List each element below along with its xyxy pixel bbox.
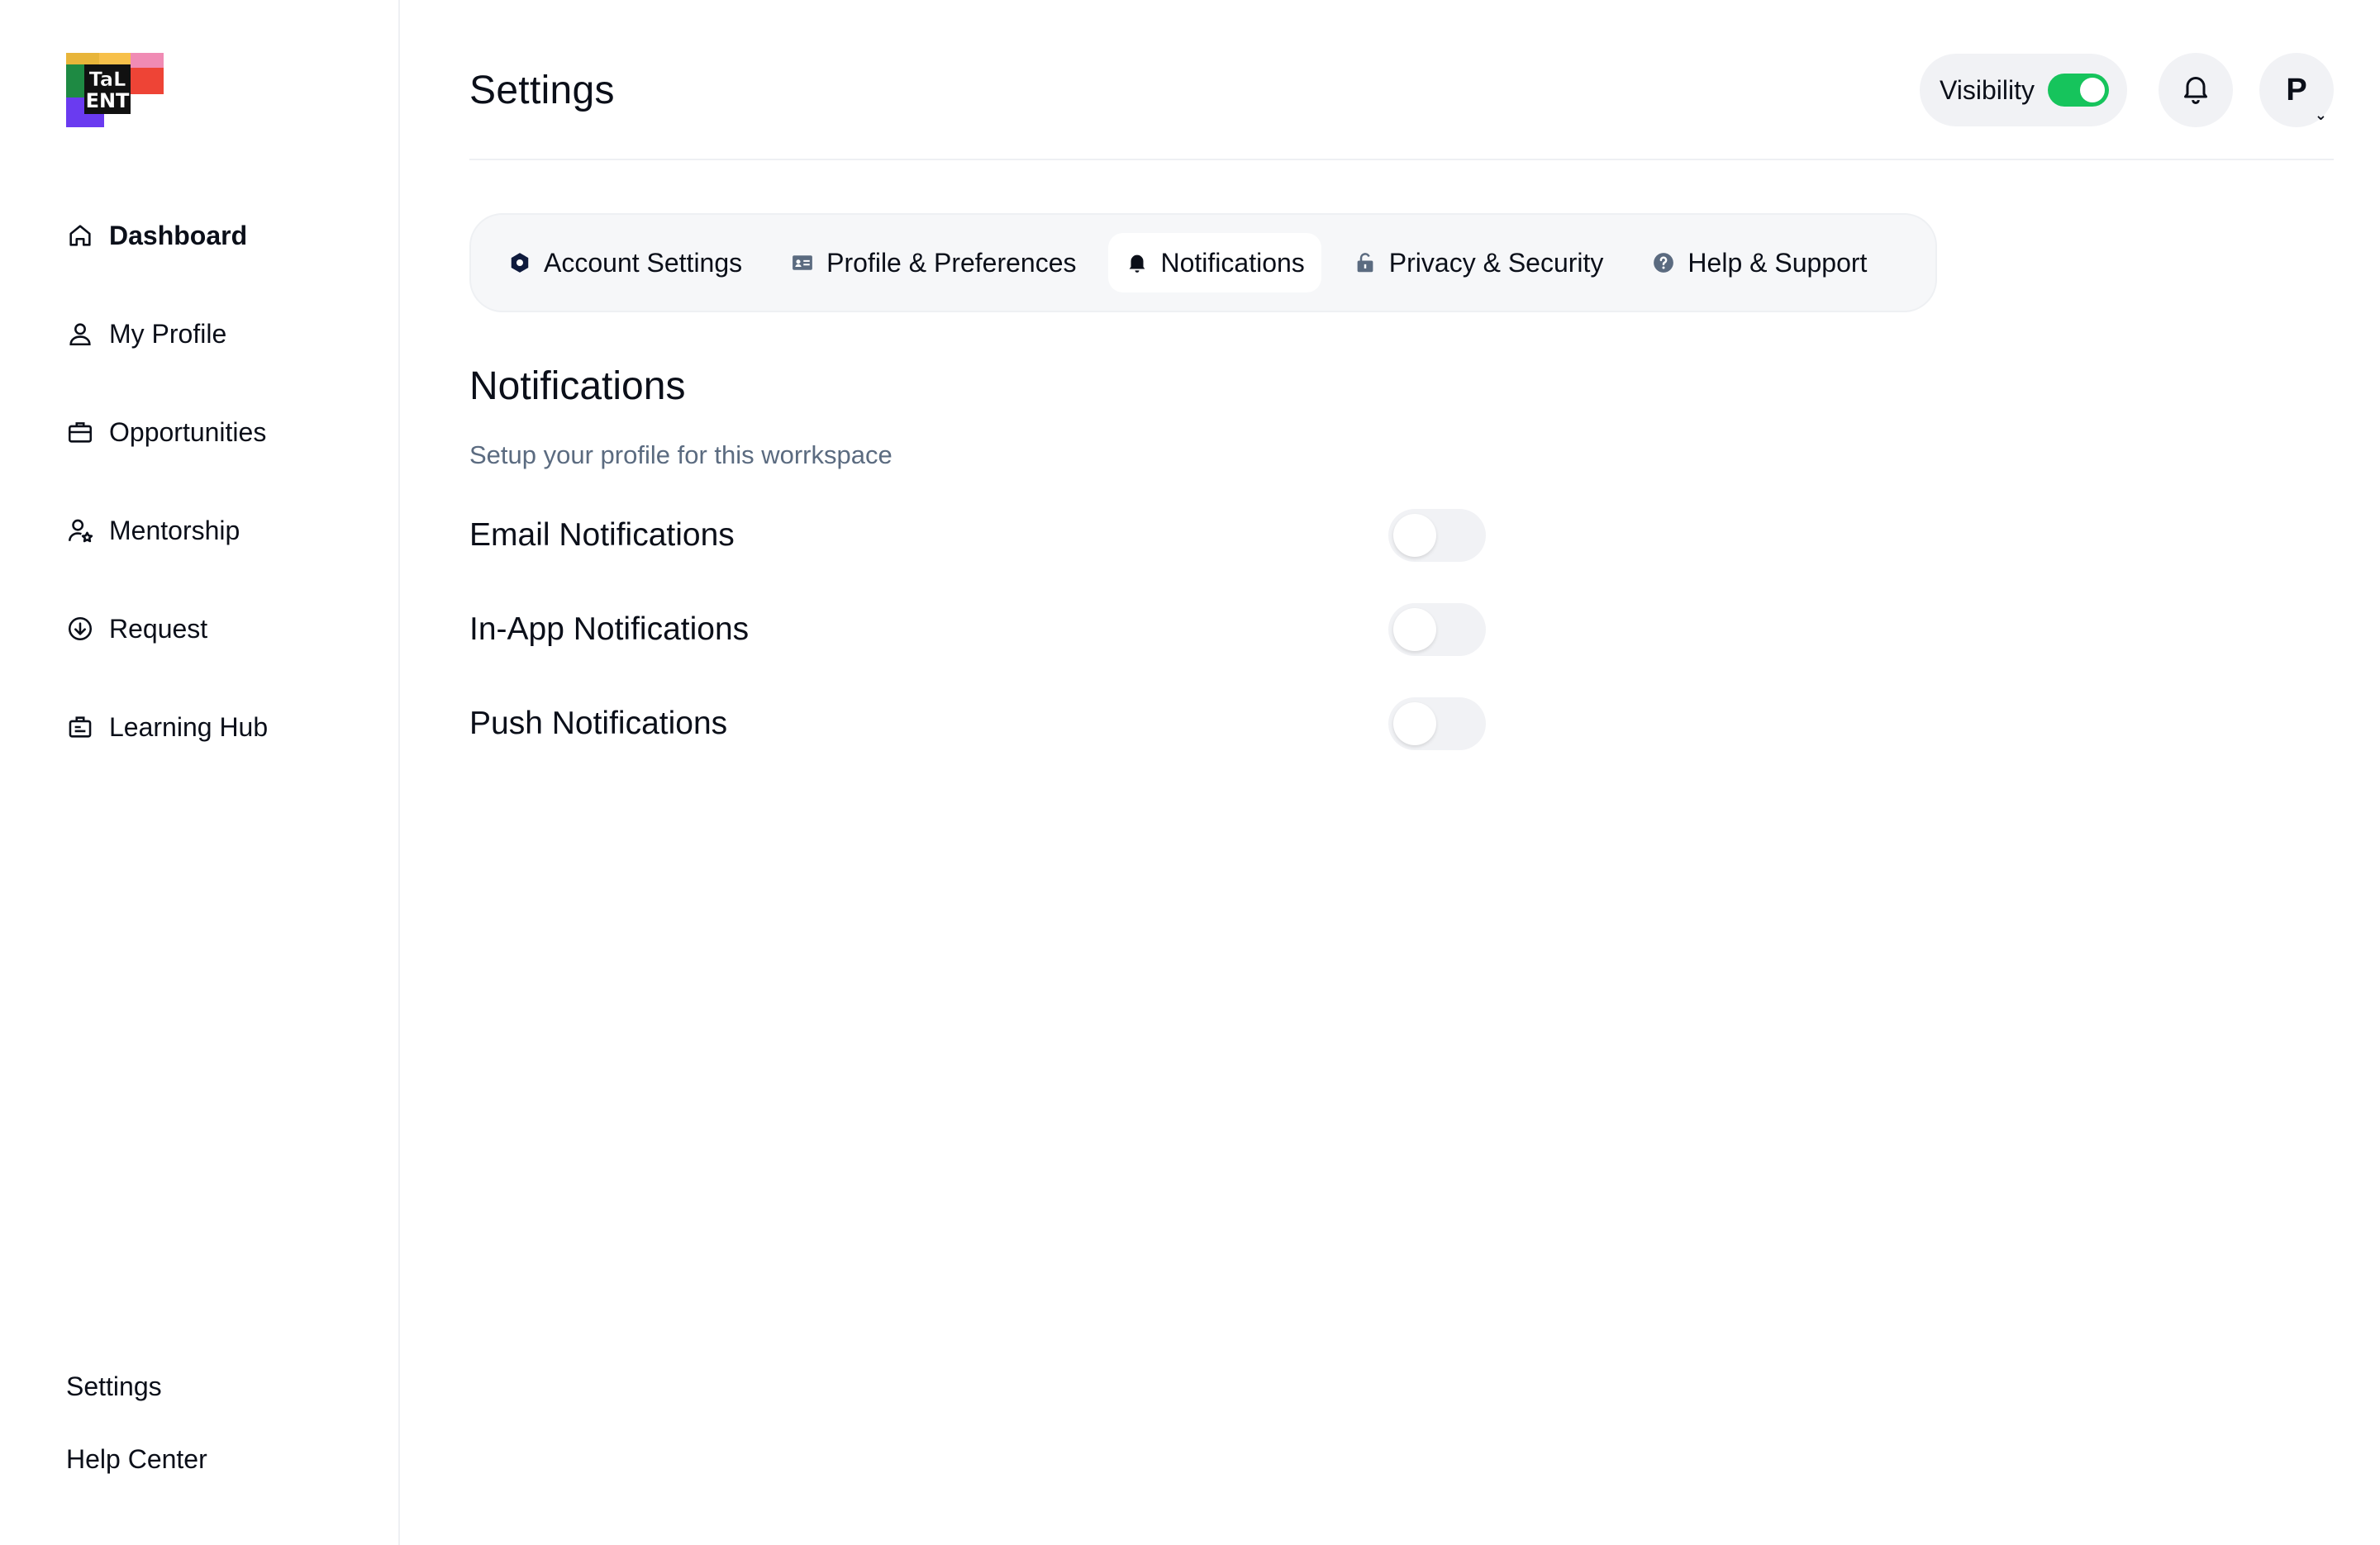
setting-row-push: Push Notifications (469, 697, 1494, 750)
page-header: Settings Visibility P ⌄ (469, 50, 2334, 160)
sidebar-item-dashboard[interactable]: Dashboard (66, 207, 364, 264)
question-circle-icon (1651, 250, 1676, 275)
setting-row-email: Email Notifications (469, 509, 1494, 562)
sidebar-item-opportunities[interactable]: Opportunities (66, 403, 364, 461)
sidebar-item-my-profile[interactable]: My Profile (66, 305, 364, 363)
tab-label: Profile & Preferences (826, 247, 1077, 278)
settings-tabs: Account Settings Profile & Preferences N… (469, 213, 1937, 312)
svg-text:ENT: ENT (86, 89, 130, 112)
sidebar-item-label: Dashboard (109, 220, 248, 250)
sidebar-item-label: Learning Hub (109, 711, 269, 742)
learning-icon (66, 713, 94, 741)
tab-notifications[interactable]: Notifications (1107, 233, 1321, 292)
briefcase-icon (66, 418, 94, 446)
toggle-knob (1393, 514, 1436, 557)
sidebar-help-center-link[interactable]: Help Center (66, 1444, 207, 1477)
header-actions: Visibility P ⌄ (1920, 53, 2334, 127)
bell-icon (1125, 250, 1150, 275)
user-star-icon (66, 516, 94, 544)
talent-logo[interactable]: TaL ENT (66, 53, 164, 127)
in-app-notifications-toggle[interactable] (1388, 603, 1486, 656)
home-icon (66, 221, 94, 250)
main-content: Settings Visibility P ⌄ Account Settings… (469, 0, 2340, 1545)
toggle-knob (1393, 702, 1436, 745)
tab-label: Privacy & Security (1388, 247, 1604, 278)
notifications-button[interactable] (2159, 53, 2233, 127)
id-card-icon (790, 250, 815, 275)
tab-privacy-security[interactable]: Privacy & Security (1336, 233, 1621, 292)
visibility-toggle[interactable] (2048, 74, 2109, 107)
sidebar-item-mentorship[interactable]: Mentorship (66, 502, 364, 559)
visibility-label: Visibility (1940, 74, 2035, 105)
setting-label: In-App Notifications (469, 611, 750, 647)
user-icon (66, 320, 94, 348)
page-title: Settings (469, 69, 615, 112)
sidebar-item-request[interactable]: Request (66, 600, 364, 658)
email-notifications-toggle[interactable] (1388, 509, 1486, 562)
sidebar-footer: Settings Help Center (66, 1371, 207, 1517)
hexagon-icon (507, 250, 532, 275)
setting-label: Email Notifications (469, 517, 735, 553)
avatar[interactable]: P ⌄ (2259, 53, 2334, 127)
tab-label: Account Settings (544, 247, 743, 278)
sidebar-item-label: Opportunities (109, 416, 267, 447)
section-subtitle: Setup your profile for this worrkspace (469, 440, 892, 469)
sidebar-item-label: Mentorship (109, 515, 240, 545)
tab-label: Help & Support (1687, 247, 1868, 278)
sidebar-nav: Dashboard My Profile Opportunities Mento… (66, 207, 364, 796)
bell-icon (2179, 72, 2212, 109)
chevron-down-icon: ⌄ (2314, 107, 2327, 123)
tab-help-support[interactable]: Help & Support (1635, 233, 1883, 292)
sidebar-settings-link[interactable]: Settings (66, 1371, 207, 1405)
app-root: TaL ENT Dashboard My Profile Opportuniti… (0, 0, 2380, 1545)
lock-icon (1353, 250, 1378, 275)
tab-account-settings[interactable]: Account Settings (491, 233, 759, 292)
sidebar: TaL ENT Dashboard My Profile Opportuniti… (0, 0, 400, 1545)
tab-label: Notifications (1160, 247, 1305, 278)
section-title: Notifications (469, 364, 686, 408)
sidebar-item-label: My Profile (109, 318, 227, 349)
arrow-down-circle-icon (66, 615, 94, 643)
avatar-initial: P (2286, 72, 2307, 107)
setting-row-in-app: In-App Notifications (469, 603, 1494, 656)
setting-label: Push Notifications (469, 706, 728, 741)
sidebar-item-label: Request (109, 613, 208, 644)
toggle-knob (1393, 608, 1436, 651)
push-notifications-toggle[interactable] (1388, 697, 1486, 750)
notification-settings-list: Email Notifications In-App Notifications… (469, 509, 1494, 792)
svg-text:TaL: TaL (89, 68, 126, 91)
visibility-control: Visibility (1920, 54, 2127, 126)
sidebar-item-learning-hub[interactable]: Learning Hub (66, 698, 364, 756)
tab-profile-preferences[interactable]: Profile & Preferences (774, 233, 1092, 292)
